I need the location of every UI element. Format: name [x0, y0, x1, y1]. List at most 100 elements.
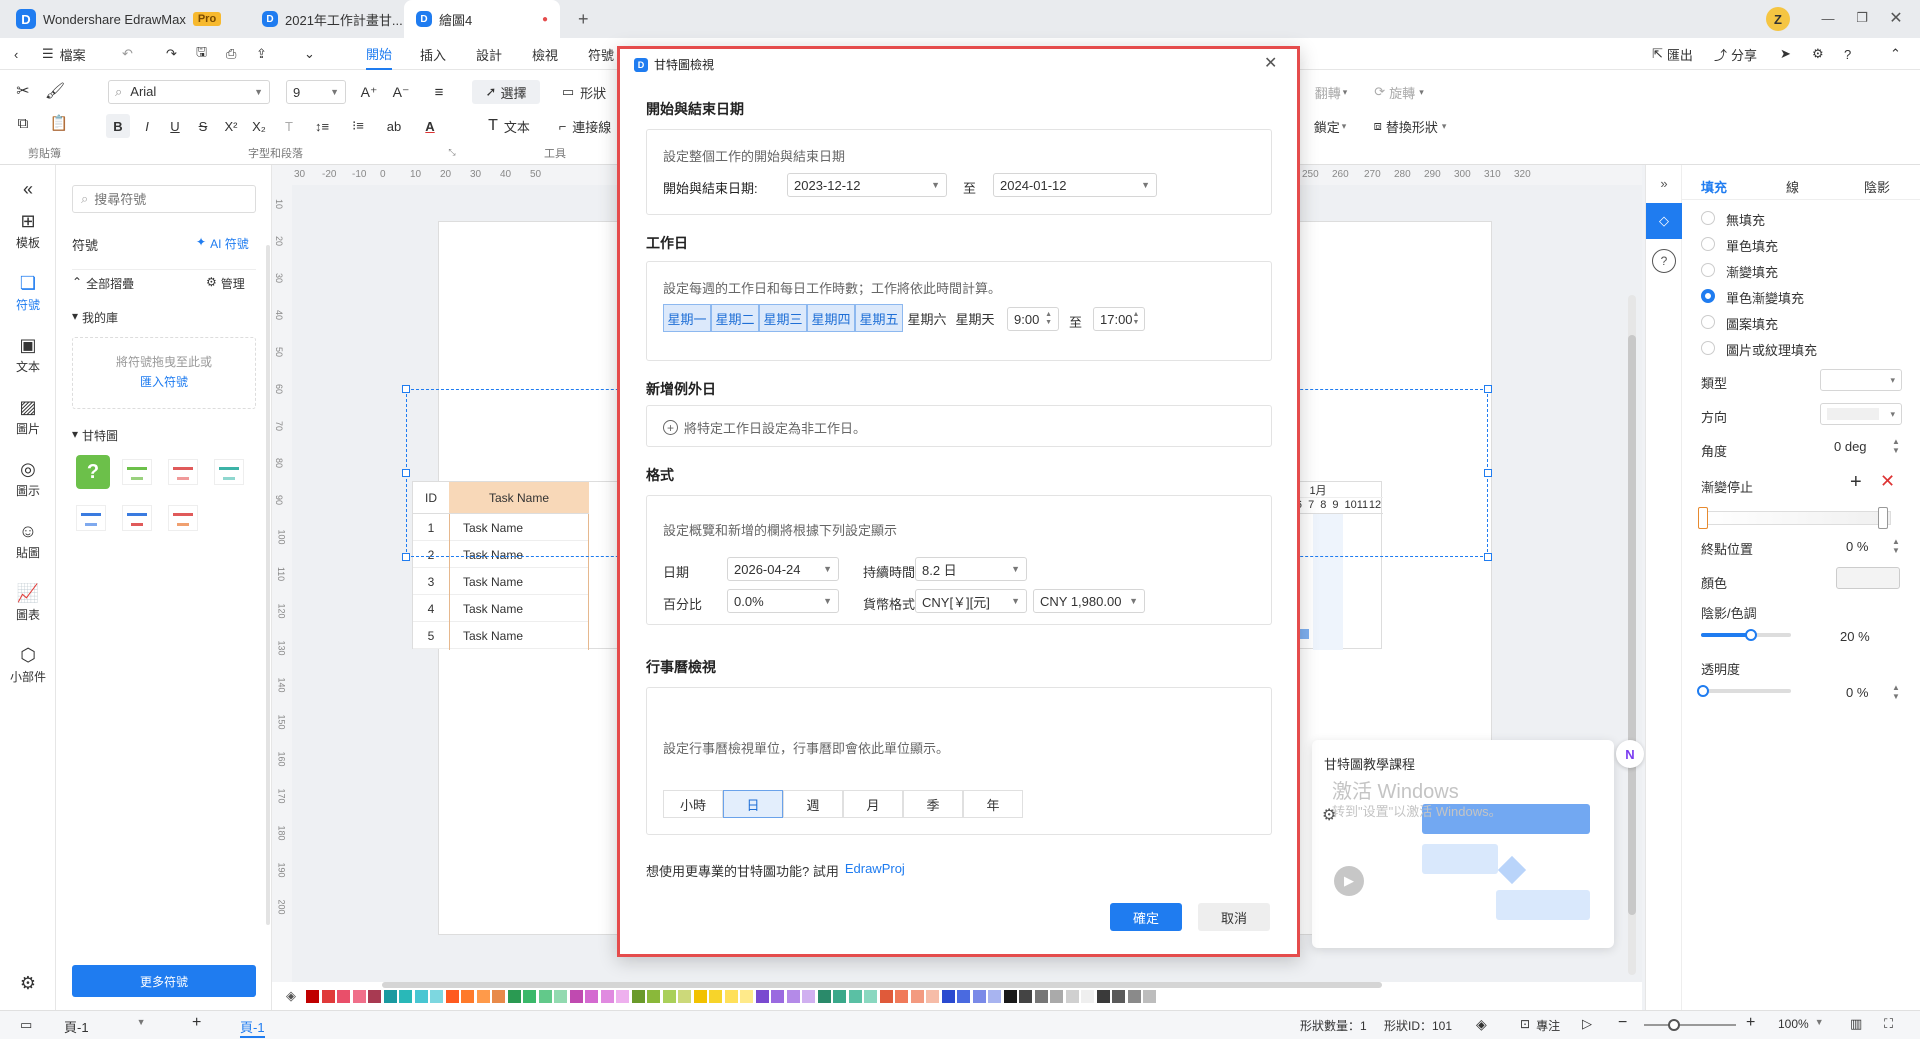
my-library-header[interactable]: ▾ 我的庫	[72, 309, 118, 326]
color-swatch[interactable]	[321, 990, 335, 1003]
color-swatch[interactable]	[941, 990, 955, 1003]
color-swatch[interactable]	[1143, 990, 1156, 1003]
bullet-list-icon[interactable]: ⁝≡	[344, 114, 372, 138]
nav-symbols[interactable]: ❏ 符號	[0, 273, 56, 313]
focus-mode-button[interactable]: ⊡ 專注	[1520, 1017, 1560, 1034]
page-tab-1[interactable]: 頁-1	[240, 1017, 265, 1038]
color-swatch[interactable]	[352, 990, 366, 1003]
subscript-icon[interactable]: X₂	[248, 114, 270, 138]
copy-icon[interactable]: ⧉	[12, 112, 34, 134]
back-icon[interactable]: ‹	[14, 38, 18, 70]
vertical-scrollbar[interactable]	[1628, 295, 1636, 975]
shade-value[interactable]: 20 %	[1840, 629, 1870, 644]
selection-handle[interactable]	[1484, 553, 1492, 561]
color-swatch[interactable]	[399, 990, 412, 1003]
play-icon[interactable]: ▶	[1334, 866, 1364, 896]
start-date-picker[interactable]: 2023-12-12 ▼	[787, 173, 947, 197]
document-tab-1[interactable]: D 2021年工作計畫甘...	[250, 0, 415, 38]
color-swatch[interactable]	[647, 990, 660, 1003]
library-drop-zone[interactable]: 將符號拖曳至此或 匯入符號	[72, 337, 256, 409]
currency-sample-select[interactable]: CNY 1,980.00 ▼	[1033, 589, 1145, 613]
menu-design[interactable]: 設計	[476, 38, 502, 70]
angle-stepper-icon[interactable]: ▲ ▼	[1892, 437, 1900, 455]
color-swatch[interactable]	[383, 990, 397, 1003]
menu-home[interactable]: 開始	[366, 38, 393, 70]
add-stop-icon[interactable]: +	[1850, 471, 1862, 494]
text-tool-button[interactable]: T 文本	[478, 114, 540, 138]
weekday-sun[interactable]: 星期天	[951, 304, 999, 332]
weekday-thu[interactable]: 星期四	[807, 304, 855, 332]
collapse-panel-button[interactable]: «	[0, 179, 56, 200]
color-swatch[interactable]	[430, 990, 443, 1003]
close-icon[interactable]: ✕	[1886, 8, 1906, 28]
direction-select[interactable]: ▾	[1820, 403, 1902, 425]
transparency-slider-thumb[interactable]	[1697, 685, 1709, 697]
color-swatch[interactable]	[554, 990, 567, 1003]
transparency-slider[interactable]	[1697, 685, 1791, 697]
nav-stickers[interactable]: ☺ 貼圖	[0, 521, 56, 561]
weekday-fri[interactable]: 星期五	[855, 304, 903, 332]
undo-icon[interactable]: ↶	[122, 38, 133, 70]
nav-charts[interactable]: 📈 圖表	[0, 583, 56, 623]
color-swatch[interactable]	[972, 990, 986, 1003]
gantt-symbol-teal-bars[interactable]	[214, 459, 244, 485]
color-swatch[interactable]	[1050, 990, 1063, 1003]
radio-gradient-fill[interactable]	[1701, 263, 1715, 277]
color-swatch[interactable]	[414, 990, 428, 1003]
page-select[interactable]: 頁-1 ▼	[64, 1017, 145, 1036]
color-swatch[interactable]	[631, 990, 645, 1003]
avatar[interactable]: Z	[1766, 7, 1790, 31]
color-swatch[interactable]	[864, 990, 877, 1003]
color-swatch[interactable]	[926, 990, 939, 1003]
app-tab[interactable]: D Wondershare EdrawMax Pro	[4, 0, 233, 38]
unit-quarter[interactable]: 季	[903, 790, 963, 818]
selection-handle[interactable]	[402, 469, 410, 477]
color-swatch[interactable]	[507, 990, 521, 1003]
menu-symbols[interactable]: 符號	[588, 38, 614, 70]
canvas-settings-icon[interactable]: ⚙	[1322, 805, 1336, 825]
color-swatch[interactable]	[1034, 990, 1048, 1003]
color-swatch[interactable]	[600, 990, 614, 1003]
double-chevron-right-icon[interactable]: »	[1654, 173, 1674, 193]
gradient-stop-end[interactable]	[1878, 507, 1888, 529]
export-button[interactable]: ⇱ 匯出	[1652, 38, 1693, 70]
remove-stop-icon[interactable]: ✕	[1880, 471, 1895, 492]
export-small-icon[interactable]: ⇪	[256, 38, 267, 70]
settings-button[interactable]: ⚙	[0, 973, 56, 994]
color-swatch[interactable]	[1003, 990, 1017, 1003]
color-swatch[interactable]	[569, 990, 583, 1003]
italic-icon[interactable]: I	[136, 114, 158, 138]
help-icon[interactable]: ?	[1652, 249, 1676, 273]
color-swatch[interactable]	[492, 990, 505, 1003]
unit-month[interactable]: 月	[843, 790, 903, 818]
unit-year[interactable]: 年	[963, 790, 1023, 818]
color-swatch[interactable]	[445, 990, 459, 1003]
table-row[interactable]: 2 Task Name	[413, 541, 589, 568]
selection-handle[interactable]	[402, 553, 410, 561]
page-layout-icon[interactable]: ▭	[20, 1017, 32, 1033]
gantt-symbol-mixed-bars[interactable]	[122, 505, 152, 531]
shape-tool-button[interactable]: ▭ 形狀	[556, 80, 612, 104]
weekday-sat[interactable]: 星期六	[903, 304, 951, 332]
color-swatch[interactable]	[755, 990, 769, 1003]
color-swatch[interactable]	[368, 990, 381, 1003]
cut-icon[interactable]: ✂	[12, 80, 34, 102]
connector-tool-button[interactable]: ⌐ 連接線	[554, 114, 616, 138]
color-swatch[interactable]	[476, 990, 490, 1003]
menu-view[interactable]: 檢視	[532, 38, 558, 70]
gantt-symbol-question[interactable]: ?	[76, 455, 110, 489]
save-icon[interactable]: 🖫	[196, 38, 207, 70]
color-swatch[interactable]	[1096, 990, 1110, 1003]
ok-button[interactable]: 確定	[1110, 903, 1182, 931]
tab-line[interactable]: 線	[1786, 177, 1799, 196]
expand-font-dialog-icon[interactable]: ⤡	[446, 146, 458, 158]
color-swatch[interactable]	[988, 990, 1001, 1003]
format-painter-icon[interactable]: 🖌	[44, 80, 66, 102]
line-spacing-icon[interactable]: ↕≡	[308, 114, 336, 138]
fullscreen-icon[interactable]: ⛶	[1884, 1016, 1893, 1032]
color-swatch[interactable]	[786, 990, 800, 1003]
radio-single-gradient-fill[interactable]	[1701, 289, 1715, 303]
color-swatch[interactable]	[461, 990, 474, 1003]
type-select[interactable]: ▾	[1820, 369, 1902, 391]
font-family-select[interactable]: ⌕ Arial ▼	[108, 80, 270, 104]
